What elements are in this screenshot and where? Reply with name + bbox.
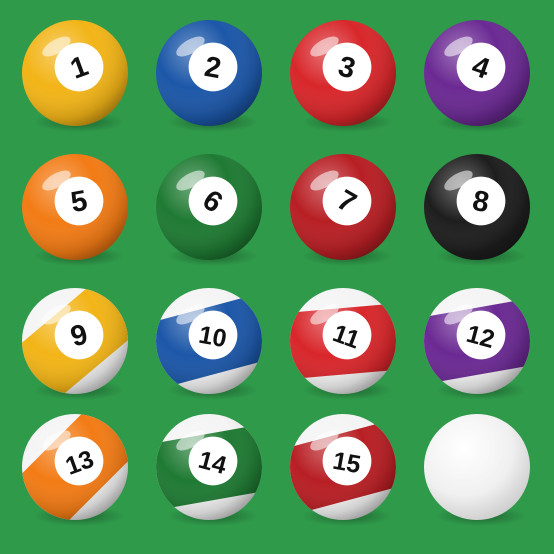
cue-ball-body bbox=[424, 414, 530, 520]
ball-number: 15 bbox=[331, 447, 363, 479]
ball-number: 10 bbox=[197, 321, 229, 353]
billiard-balls-scene: 1 2 3 45 6 7 89 10 11 1213 14 15 bbox=[0, 0, 554, 554]
